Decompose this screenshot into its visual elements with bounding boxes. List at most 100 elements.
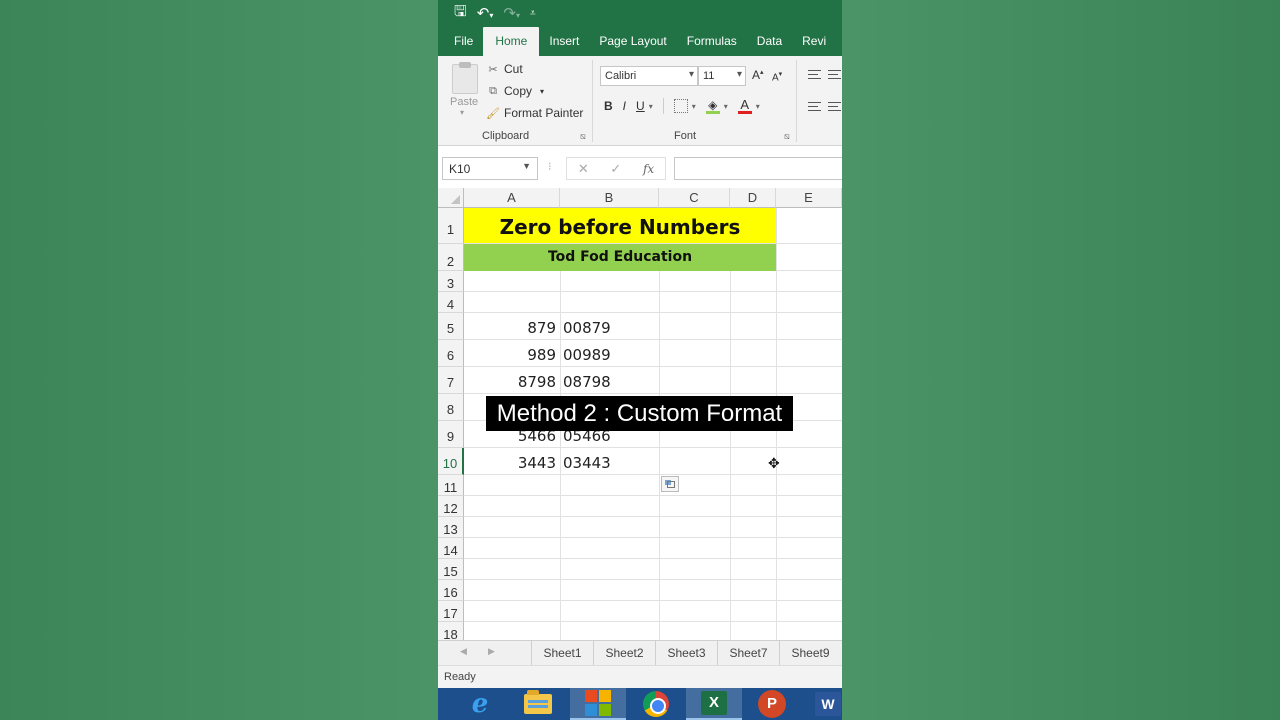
cell-a6[interactable]: 989 [464,346,556,364]
font-color-swatch [737,110,752,114]
align-top-icon[interactable] [808,70,821,79]
name-box-value: K10 [449,162,471,176]
column-header-b[interactable]: B [560,188,659,208]
row-header-4[interactable]: 4 [438,292,464,313]
cell-a5[interactable]: 879 [464,319,556,337]
cell-b10[interactable]: 03443 [563,454,611,472]
shrink-font-button[interactable]: A▾ [772,70,782,83]
tab-insert[interactable]: Insert [539,34,589,56]
cell-a10[interactable]: 3443 [464,454,556,472]
internet-explorer-icon: e [471,689,489,719]
font-size-select[interactable]: 11 ▾ [698,66,746,86]
copy-dropdown-icon[interactable]: ▾ [540,87,544,96]
internet-explorer-button[interactable]: e [452,688,508,720]
row-header-12[interactable]: 12 [438,496,464,517]
row-header-13[interactable]: 13 [438,517,464,538]
sheet-tab-sheet3[interactable]: Sheet3 [655,641,717,665]
cancel-icon[interactable]: ✕ [578,161,589,177]
save-icon[interactable]: 🖫 [454,1,467,26]
paste-dropdown-icon[interactable]: ▾ [460,108,464,117]
column-header-c[interactable]: C [659,188,730,208]
row-header-7[interactable]: 7 [438,367,464,394]
row-gridline [464,537,842,538]
tab-formulas[interactable]: Formulas [677,34,747,56]
cell-b7[interactable]: 08798 [563,373,611,391]
italic-button[interactable]: I [623,99,626,113]
column-header-e[interactable]: E [776,188,842,208]
select-all-button[interactable] [438,188,464,208]
powerpoint-button[interactable]: P [744,688,800,720]
font-format-row: B I U ▾ ▾ ◈ ▾ A ▾ [604,98,760,114]
sheet-scroll-right-icon[interactable]: ▶ [488,646,495,657]
title-cell[interactable]: Zero before Numbers [464,208,776,243]
sheet-scroll-left-icon[interactable]: ◀ [460,646,467,657]
store-button[interactable] [570,688,626,720]
name-box[interactable]: K10 ▼ [442,157,538,180]
grow-font-button[interactable]: A▴ [752,68,764,82]
align-center-icon[interactable] [828,102,841,111]
subtitle-cell[interactable]: Tod Fod Education [464,244,776,271]
format-painter-button[interactable]: 🖌 Format Painter [486,106,583,120]
row-header-15[interactable]: 15 [438,559,464,580]
paste-options-icon[interactable] [661,476,679,492]
fill-color-swatch [705,110,720,114]
cut-button[interactable]: ✂ Cut [486,62,522,76]
enter-icon[interactable]: ✓ [610,161,621,177]
redo-icon[interactable]: ↷▾ [503,4,520,22]
font-name-select[interactable]: Calibri ▾ [600,66,698,86]
row-header-10[interactable]: 10 [438,448,464,475]
row-header-3[interactable]: 3 [438,271,464,292]
underline-dropdown-icon[interactable]: ▾ [649,102,653,111]
sheet-tab-sheet7[interactable]: Sheet7 [717,641,779,665]
row-header-5[interactable]: 5 [438,313,464,340]
tab-data[interactable]: Data [747,34,792,56]
word-button[interactable]: W [800,688,842,720]
align-left-icon[interactable] [808,102,821,111]
row-header-9[interactable]: 9 [438,421,464,448]
undo-icon[interactable]: ↶▾ [477,4,494,22]
cell-a7[interactable]: 8798 [464,373,556,391]
borders-dropdown-icon[interactable]: ▾ [692,102,696,111]
column-header-a[interactable]: A [464,188,560,208]
customize-qat-icon[interactable]: ⩡ [530,8,536,19]
video-caption: Method 2 : Custom Format [486,396,793,431]
formula-bar-grip-icon[interactable]: ⁝ [548,160,552,173]
excel-taskbar-button[interactable]: X [686,688,742,720]
cell-b5[interactable]: 00879 [563,319,611,337]
row-header-11[interactable]: 11 [438,475,464,496]
paste-button[interactable]: Paste [450,96,478,108]
fill-dropdown-icon[interactable]: ▾ [724,102,728,111]
row-header-8[interactable]: 8 [438,394,464,421]
sheet-tab-sheet1[interactable]: Sheet1 [531,641,593,665]
clipboard-launcher-icon[interactable]: ⧅ [580,131,586,142]
tab-review[interactable]: Revi [792,34,836,56]
font-color-dropdown-icon[interactable]: ▾ [756,102,760,111]
row-header-1[interactable]: 1 [438,208,464,244]
row-header-14[interactable]: 14 [438,538,464,559]
insert-function-icon[interactable]: fx [643,162,654,176]
align-middle-icon[interactable] [828,70,841,79]
cell-b6[interactable]: 00989 [563,346,611,364]
row-header-2[interactable]: 2 [438,244,464,271]
paste-icon[interactable] [452,62,478,94]
sheet-tab-sheet2[interactable]: Sheet2 [593,641,655,665]
row-header-6[interactable]: 6 [438,340,464,367]
underline-button[interactable]: U [636,99,645,113]
tab-file[interactable]: File [444,34,483,56]
tab-home[interactable]: Home [483,27,540,56]
row-header-16[interactable]: 16 [438,580,464,601]
font-launcher-icon[interactable]: ⧅ [784,131,790,142]
tab-page-layout[interactable]: Page Layout [589,34,676,56]
borders-icon[interactable] [673,99,688,113]
file-explorer-button[interactable] [510,688,566,720]
sheet-tab-sheet9[interactable]: Sheet9 [779,641,841,665]
row-header-17[interactable]: 17 [438,601,464,622]
copy-button[interactable]: ⧉ Copy ▾ [486,84,544,98]
row-gridline [464,600,842,601]
font-color-button[interactable]: A [737,98,752,114]
chrome-button[interactable] [628,688,684,720]
formula-input[interactable] [674,157,842,180]
bold-button[interactable]: B [604,99,613,113]
fill-color-icon[interactable]: ◈ [705,99,720,114]
column-header-d[interactable]: D [730,188,776,208]
